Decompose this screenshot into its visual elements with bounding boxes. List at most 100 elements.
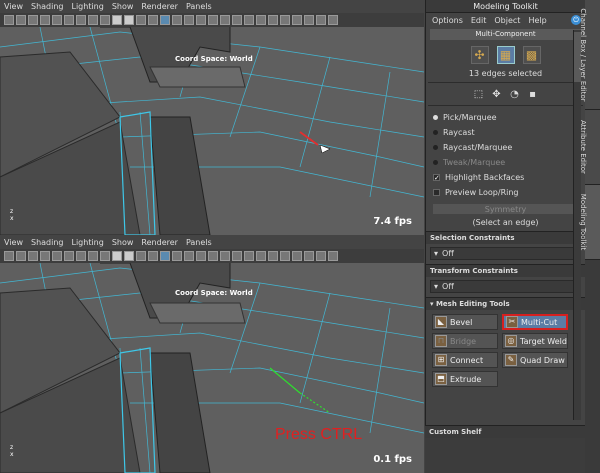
isolate-select-icon[interactable] [232,251,242,261]
bevel-button[interactable]: ◣ Bevel [432,314,498,330]
layout-icon[interactable] [328,251,338,261]
cube-icon[interactable] [316,15,326,25]
depth-of-field-icon[interactable] [220,15,230,25]
symmetry-button[interactable]: Symmetry [432,203,579,215]
shadows-icon[interactable] [172,15,182,25]
gate-mask-icon[interactable] [88,251,98,261]
wireframe-on-shaded-icon[interactable] [136,251,146,261]
marquee-icon[interactable]: ⬚ [473,89,485,101]
motion-blur-icon[interactable] [196,251,206,261]
resolution-gate-icon[interactable] [76,15,86,25]
lock-camera-icon[interactable] [16,15,26,25]
checkbox-preview-loop-ring[interactable]: Preview Loop/Ring [426,185,585,200]
menu-renderer[interactable]: Renderer [141,238,178,247]
smooth-shade-icon[interactable] [124,15,134,25]
gate-mask-icon[interactable] [88,15,98,25]
menu-panels[interactable]: Panels [186,238,212,247]
grid-icon[interactable] [52,15,62,25]
field-chart-icon[interactable] [100,15,110,25]
radio-raycast[interactable]: Raycast [426,125,585,140]
ambient-occlusion-icon[interactable] [184,15,194,25]
lights-icon[interactable] [160,251,170,261]
menu-renderer[interactable]: Renderer [141,2,178,11]
menu-edit[interactable]: Edit [471,16,487,25]
move-icon[interactable]: ✥ [491,89,503,101]
radio-pick-marquee[interactable]: Pick/Marquee [426,110,585,125]
select-camera-icon[interactable] [4,15,14,25]
layout-icon[interactable] [328,15,338,25]
depth-of-field-icon[interactable] [220,251,230,261]
face-mode-icon[interactable]: ▩ [522,46,541,64]
bridge-button[interactable]: ⊓ Bridge [432,333,498,349]
menu-shading[interactable]: Shading [31,2,64,11]
gamma-icon[interactable] [280,251,290,261]
extrude-button[interactable]: ⬒ Extrude [432,371,498,387]
bookmark-icon[interactable] [28,15,38,25]
menu-panels[interactable]: Panels [186,2,212,11]
xray-joints-icon[interactable] [256,251,266,261]
exposure-icon[interactable] [292,15,302,25]
textured-icon[interactable] [148,15,158,25]
transform-constraints-dropdown[interactable]: ▾ Off [430,280,581,293]
tab-attribute-editor[interactable]: Attribute Editor [579,110,600,185]
multi-cut-button[interactable]: ✂ Multi-Cut [502,314,568,330]
xray-components-icon[interactable] [268,251,278,261]
menu-options[interactable]: Options [432,16,463,25]
lock-camera-icon[interactable] [16,251,26,261]
xray-icon[interactable] [244,251,254,261]
bookmark-icon[interactable] [28,251,38,261]
isolate-select-icon[interactable] [232,15,242,25]
menu-view[interactable]: View [4,238,23,247]
viewport-top[interactable]: View Shading Lighting Show Renderer Pane… [0,0,424,235]
smooth-shade-icon[interactable] [124,251,134,261]
textured-icon[interactable] [148,251,158,261]
vertex-mode-icon[interactable]: ✣ [470,46,489,64]
gamma-icon[interactable] [280,15,290,25]
menu-view[interactable]: View [4,2,23,11]
transform-constraints-header[interactable]: Transform Constraints [426,264,585,277]
wireframe-on-shaded-icon[interactable] [136,15,146,25]
target-weld-button[interactable]: ◎ Target Weld [502,333,568,349]
xray-joints-icon[interactable] [256,15,266,25]
menu-show[interactable]: Show [112,238,134,247]
antialiasing-icon[interactable] [208,15,218,25]
antialiasing-icon[interactable] [208,251,218,261]
grid-icon[interactable] [52,251,62,261]
menu-lighting[interactable]: Lighting [71,238,103,247]
cube-icon[interactable] [316,251,326,261]
resolution-gate-icon[interactable] [76,251,86,261]
custom-shelf-header[interactable]: Custom Shelf [425,425,585,438]
wireframe-icon[interactable] [112,251,122,261]
connect-button[interactable]: ⊞ Connect [432,352,498,368]
field-chart-icon[interactable] [100,251,110,261]
film-gate-icon[interactable] [64,251,74,261]
tab-modeling-toolkit[interactable]: Modeling Toolkit [579,185,600,260]
rotate-icon[interactable]: ◔ [509,89,521,101]
wireframe-icon[interactable] [112,15,122,25]
ambient-occlusion-icon[interactable] [184,251,194,261]
select-camera-icon[interactable] [4,251,14,261]
selection-constraints-dropdown[interactable]: ▾ Off [430,247,581,260]
motion-blur-icon[interactable] [196,15,206,25]
tab-channel-box[interactable]: Channel Box / Layer Editor [579,0,600,110]
image-plane-icon[interactable] [40,15,50,25]
lights-icon[interactable] [160,15,170,25]
xray-components-icon[interactable] [268,15,278,25]
color-management-icon[interactable] [304,15,314,25]
radio-raycast-marquee[interactable]: Raycast/Marquee [426,140,585,155]
image-plane-icon[interactable] [40,251,50,261]
menu-help[interactable]: Help [528,16,546,25]
shadows-icon[interactable] [172,251,182,261]
quad-draw-button[interactable]: ✎ Quad Draw [502,352,568,368]
checkbox-highlight-backfaces[interactable]: ✓ Highlight Backfaces [426,170,585,185]
custom-shelf[interactable]: Custom Shelf [425,425,585,473]
menu-lighting[interactable]: Lighting [71,2,103,11]
mesh-editing-tools-header[interactable]: ▾ Mesh Editing Tools [426,297,585,310]
menu-show[interactable]: Show [112,2,134,11]
color-management-icon[interactable] [304,251,314,261]
menu-shading[interactable]: Shading [31,238,64,247]
menu-object[interactable]: Object [494,16,520,25]
radio-tweak-marquee[interactable]: Tweak/Marquee [426,155,585,170]
selection-constraints-header[interactable]: Selection Constraints [426,231,585,244]
exposure-icon[interactable] [292,251,302,261]
